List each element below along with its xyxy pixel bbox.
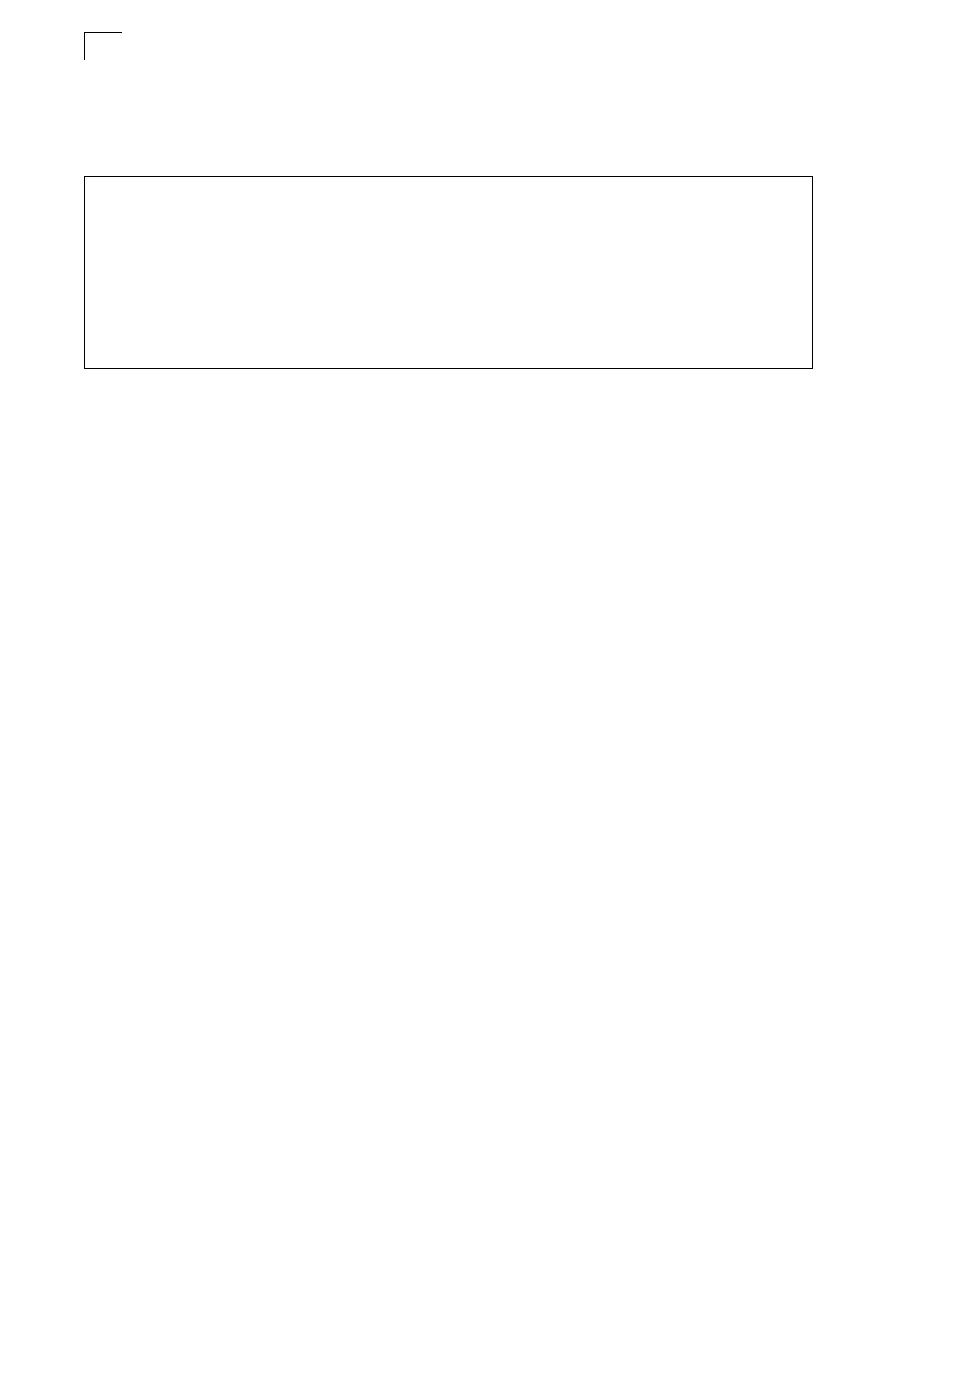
content-box (84, 176, 813, 369)
corner-mark-icon (84, 32, 122, 60)
